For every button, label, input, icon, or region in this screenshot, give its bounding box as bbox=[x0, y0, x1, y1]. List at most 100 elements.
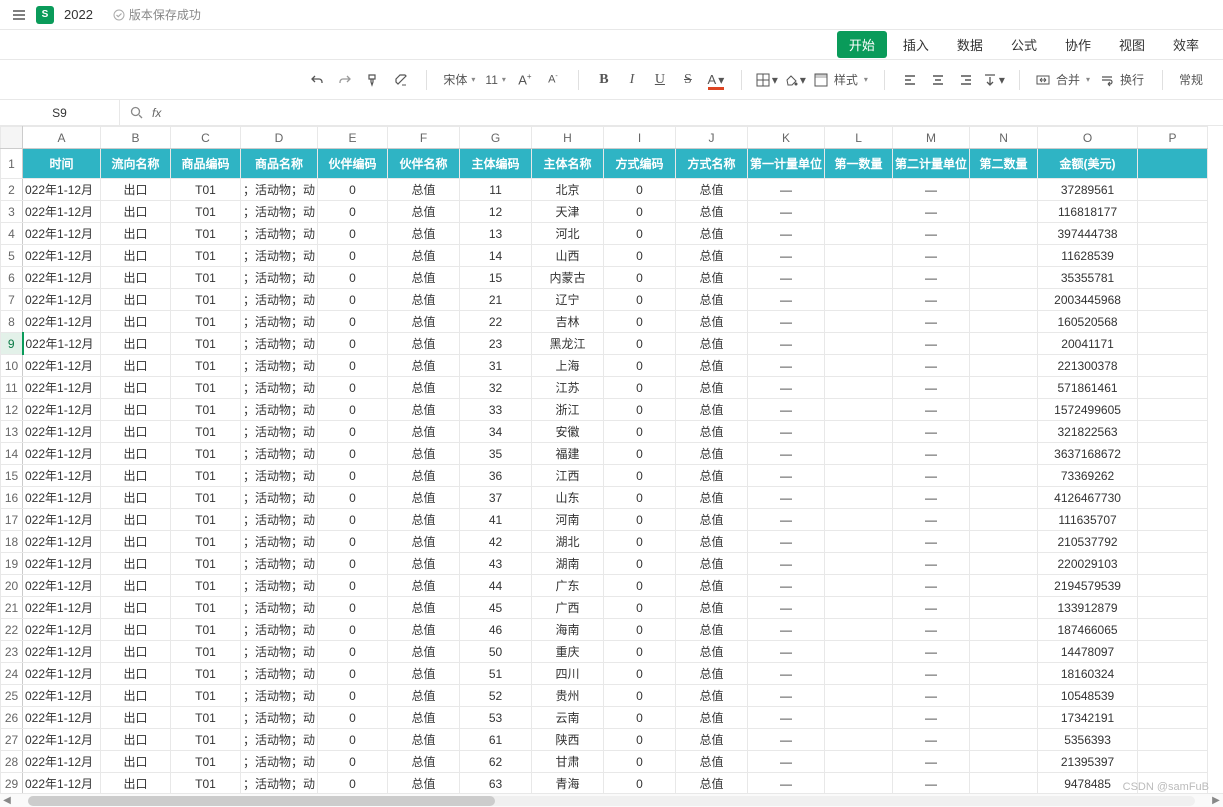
cell[interactable]: 4126467730 bbox=[1038, 487, 1138, 509]
cell[interactable]: 贵州 bbox=[532, 685, 604, 707]
cell[interactable]: — bbox=[893, 619, 970, 641]
cell[interactable]: — bbox=[748, 179, 825, 201]
cell[interactable]: T01 bbox=[171, 289, 241, 311]
table-header-cell[interactable]: 方式名称 bbox=[676, 149, 748, 179]
cell[interactable]: — bbox=[748, 663, 825, 685]
document-title[interactable]: 2022 bbox=[64, 7, 93, 22]
cell[interactable]: 天津 bbox=[532, 201, 604, 223]
cell[interactable]: 0 bbox=[604, 179, 676, 201]
cell[interactable]: 0 bbox=[318, 377, 388, 399]
column-header[interactable]: O bbox=[1038, 127, 1138, 149]
cell[interactable]: 35355781 bbox=[1038, 267, 1138, 289]
cell[interactable] bbox=[970, 179, 1038, 201]
column-header[interactable]: I bbox=[604, 127, 676, 149]
select-all-corner[interactable] bbox=[1, 127, 23, 149]
cell[interactable]: 23 bbox=[460, 333, 532, 355]
cell[interactable]: ；活动物；动 bbox=[241, 751, 318, 773]
cell[interactable]: — bbox=[893, 487, 970, 509]
column-header[interactable]: P bbox=[1138, 127, 1208, 149]
cell[interactable]: 总值 bbox=[676, 751, 748, 773]
table-row[interactable]: 11022年1-12月出口T01；活动物；动0总值32江苏0总值——571861… bbox=[1, 377, 1208, 399]
cell[interactable]: 50 bbox=[460, 641, 532, 663]
table-row[interactable]: 2022年1-12月出口T01；活动物；动0总值11北京0总值——3728956… bbox=[1, 179, 1208, 201]
cell[interactable]: ；活动物；动 bbox=[241, 267, 318, 289]
cell[interactable]: 15 bbox=[460, 267, 532, 289]
row-header[interactable]: 8 bbox=[1, 311, 23, 333]
cell[interactable]: 黑龙江 bbox=[532, 333, 604, 355]
cell[interactable]: 022年1-12月 bbox=[23, 641, 101, 663]
cell[interactable] bbox=[1138, 377, 1208, 399]
cell[interactable]: 出口 bbox=[101, 267, 171, 289]
cell[interactable]: 总值 bbox=[676, 531, 748, 553]
cell[interactable]: 0 bbox=[604, 421, 676, 443]
cell[interactable]: 总值 bbox=[388, 355, 460, 377]
cell[interactable]: — bbox=[893, 421, 970, 443]
cell[interactable]: 187466065 bbox=[1038, 619, 1138, 641]
cell[interactable]: 上海 bbox=[532, 355, 604, 377]
table-header-cell[interactable]: 金额(美元) bbox=[1038, 149, 1138, 179]
cell[interactable]: 出口 bbox=[101, 465, 171, 487]
cell[interactable]: 山西 bbox=[532, 245, 604, 267]
cell[interactable] bbox=[825, 179, 893, 201]
cell[interactable] bbox=[1138, 421, 1208, 443]
cell[interactable]: 出口 bbox=[101, 201, 171, 223]
cell[interactable]: 11628539 bbox=[1038, 245, 1138, 267]
cell[interactable] bbox=[970, 377, 1038, 399]
row-header[interactable]: 4 bbox=[1, 223, 23, 245]
cell[interactable]: 34 bbox=[460, 421, 532, 443]
cell[interactable] bbox=[1138, 707, 1208, 729]
cell[interactable]: 35 bbox=[460, 443, 532, 465]
cell[interactable]: 总值 bbox=[388, 333, 460, 355]
cell[interactable]: 022年1-12月 bbox=[23, 179, 101, 201]
cell[interactable]: 总值 bbox=[388, 575, 460, 597]
cell[interactable]: 18160324 bbox=[1038, 663, 1138, 685]
cell[interactable] bbox=[825, 333, 893, 355]
cell[interactable]: 出口 bbox=[101, 311, 171, 333]
cell[interactable] bbox=[1138, 597, 1208, 619]
row-header[interactable]: 11 bbox=[1, 377, 23, 399]
cell[interactable]: 022年1-12月 bbox=[23, 333, 101, 355]
row-header[interactable]: 1 bbox=[1, 149, 23, 179]
cell[interactable]: — bbox=[893, 377, 970, 399]
cell[interactable]: 0 bbox=[604, 531, 676, 553]
cell-style-select[interactable]: 样式▾ bbox=[810, 67, 872, 93]
cell[interactable] bbox=[825, 443, 893, 465]
cell[interactable]: 33 bbox=[460, 399, 532, 421]
cell[interactable] bbox=[1138, 663, 1208, 685]
font-size-select[interactable]: 11▾ bbox=[481, 67, 509, 93]
table-header-cell[interactable]: 第一数量 bbox=[825, 149, 893, 179]
fill-color-icon[interactable]: ▾ bbox=[782, 67, 808, 93]
cell[interactable]: 出口 bbox=[101, 245, 171, 267]
table-row[interactable]: 19022年1-12月出口T01；活动物；动0总值43湖南0总值——220029… bbox=[1, 553, 1208, 575]
cell[interactable]: 浙江 bbox=[532, 399, 604, 421]
cell[interactable]: 221300378 bbox=[1038, 355, 1138, 377]
table-row[interactable]: 21022年1-12月出口T01；活动物；动0总值45广西0总值——133912… bbox=[1, 597, 1208, 619]
cell[interactable]: 出口 bbox=[101, 663, 171, 685]
cell[interactable]: T01 bbox=[171, 443, 241, 465]
bold-icon[interactable]: B bbox=[591, 67, 617, 93]
align-right-icon[interactable] bbox=[953, 67, 979, 93]
table-header-cell[interactable]: 主体编码 bbox=[460, 149, 532, 179]
cell[interactable]: 广东 bbox=[532, 575, 604, 597]
cell[interactable]: ；活动物；动 bbox=[241, 311, 318, 333]
cell[interactable] bbox=[825, 421, 893, 443]
cell[interactable]: T01 bbox=[171, 223, 241, 245]
cell[interactable] bbox=[825, 751, 893, 773]
column-header[interactable]: F bbox=[388, 127, 460, 149]
cell[interactable]: 397444738 bbox=[1038, 223, 1138, 245]
cell[interactable] bbox=[1138, 333, 1208, 355]
cell[interactable]: T01 bbox=[171, 773, 241, 794]
cell[interactable] bbox=[970, 597, 1038, 619]
cell[interactable]: — bbox=[893, 311, 970, 333]
cell[interactable] bbox=[825, 245, 893, 267]
cell[interactable]: 022年1-12月 bbox=[23, 773, 101, 794]
cell[interactable]: 46 bbox=[460, 619, 532, 641]
cell[interactable] bbox=[825, 641, 893, 663]
cell[interactable]: 17342191 bbox=[1038, 707, 1138, 729]
cell[interactable]: 总值 bbox=[388, 421, 460, 443]
cell[interactable]: — bbox=[893, 267, 970, 289]
cell[interactable]: 青海 bbox=[532, 773, 604, 794]
cell[interactable]: — bbox=[893, 751, 970, 773]
cell[interactable] bbox=[825, 685, 893, 707]
cell[interactable]: 0 bbox=[318, 751, 388, 773]
